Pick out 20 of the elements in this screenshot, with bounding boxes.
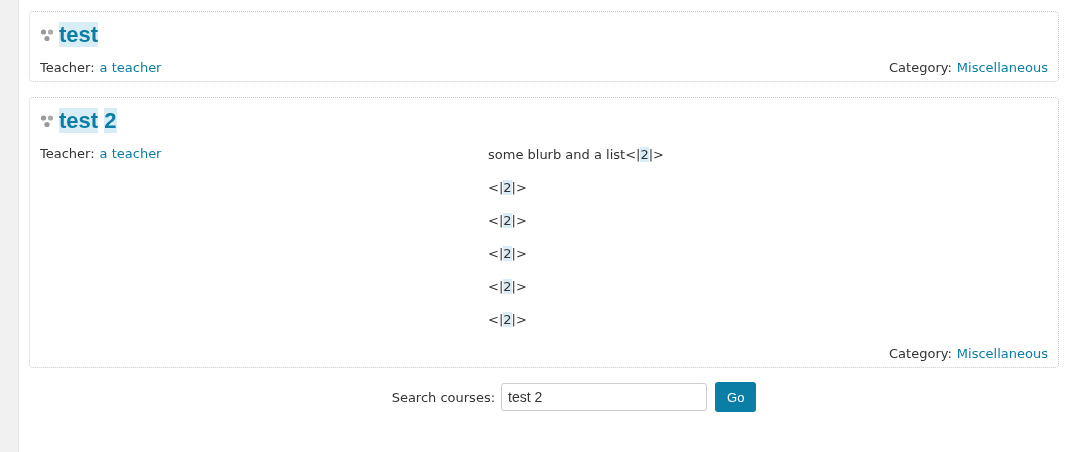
summary-text: <|2|> — [488, 311, 528, 328]
teacher-label: Teacher: — [40, 60, 95, 75]
course-icon — [40, 28, 54, 42]
category-link[interactable]: Miscellaneous — [956, 346, 1048, 361]
search-label: Search courses: — [391, 389, 496, 405]
summary-text: <|2|> — [488, 212, 528, 229]
category-link[interactable]: Miscellaneous — [956, 60, 1048, 75]
summary-text: some blurb and a list<|2|> — [488, 146, 665, 163]
course-title-link[interactable]: test — [59, 22, 99, 48]
summary-text: <|2|> — [488, 278, 528, 295]
teacher-label: Teacher: — [40, 146, 95, 161]
category-label: Category: — [889, 346, 952, 361]
go-button[interactable]: Go — [715, 382, 757, 412]
search-field[interactable]: test 2 — [501, 383, 708, 411]
category-label: Category: — [889, 60, 952, 75]
teacher-link[interactable]: a teacher — [99, 146, 162, 161]
summary-text: <|2|> — [488, 245, 528, 262]
teacher-link[interactable]: a teacher — [99, 60, 162, 75]
course-icon — [40, 114, 54, 128]
summary-text: <|2|> — [488, 179, 528, 196]
